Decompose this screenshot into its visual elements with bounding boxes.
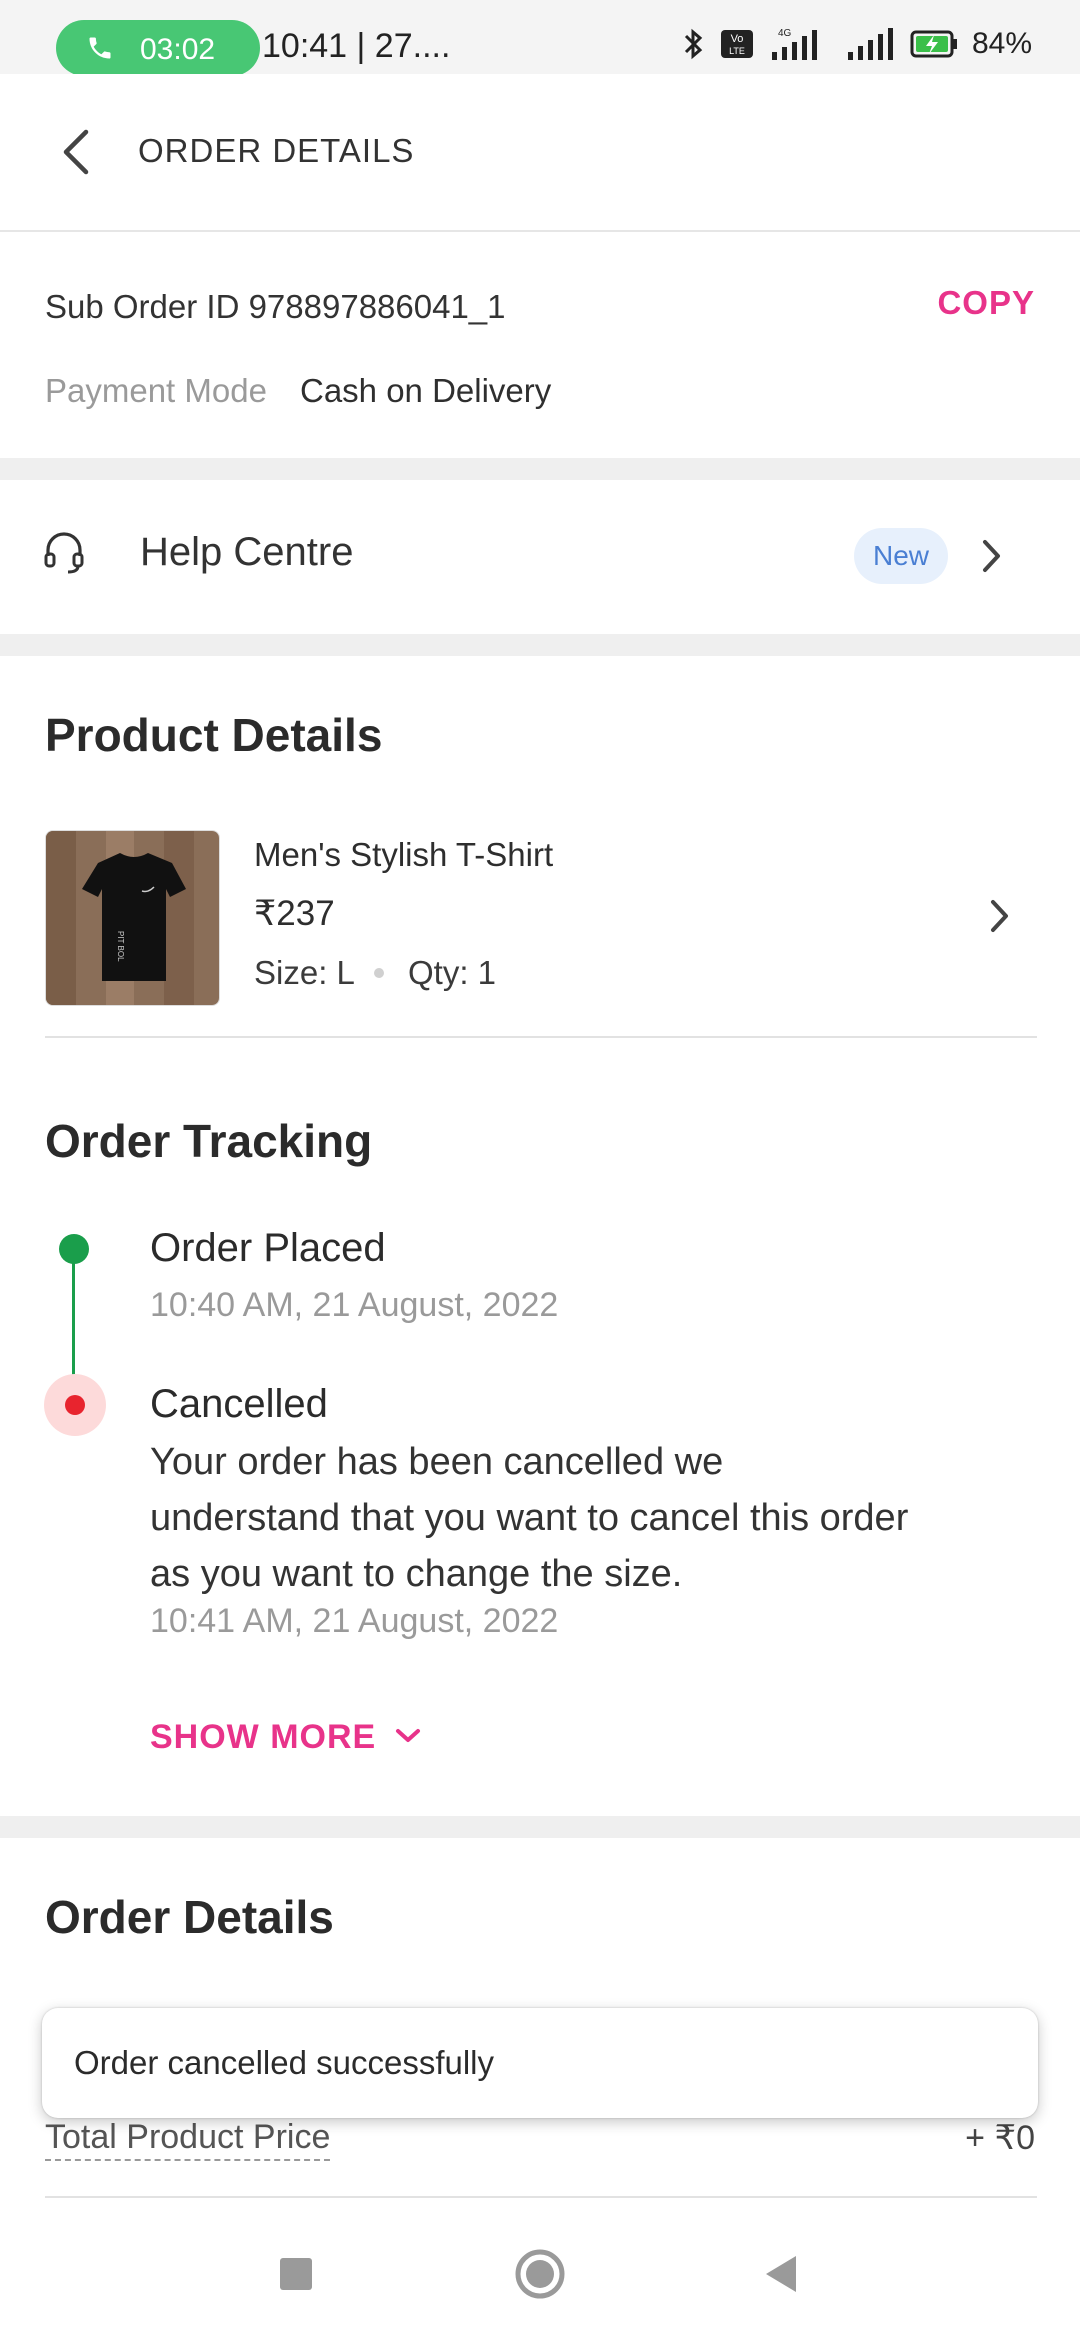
total-product-price-label[interactable]: Total Product Price <box>45 2118 331 2161</box>
chevron-down-icon[interactable] <box>394 1726 422 1746</box>
tshirt-image-icon: PIT BOL <box>46 831 219 1005</box>
svg-text:Vo: Vo <box>731 33 744 45</box>
system-navigation-bar <box>0 2220 1080 2340</box>
product-image[interactable]: PIT BOL <box>45 830 220 1006</box>
divider <box>45 1036 1037 1038</box>
toast-message: Order cancelled successfully <box>74 2044 495 2081</box>
help-centre-row[interactable]: Help Centre New <box>0 480 1080 634</box>
call-timer: 03:02 <box>140 33 216 66</box>
suborder-section: Sub Order ID 978897886041_1 COPY Payment… <box>0 234 1080 458</box>
step-title-cancelled: Cancelled <box>150 1382 328 1426</box>
suborder-id: Sub Order ID 978897886041_1 <box>45 288 506 325</box>
signal-icon <box>847 28 893 60</box>
volte-icon: Vo LTE <box>720 30 753 58</box>
ongoing-call-pill[interactable]: 03:02 <box>56 20 260 76</box>
step-time-order-placed: 10:40 AM, 21 August, 2022 <box>150 1286 559 1324</box>
signal-4g-icon: 4G <box>771 28 817 60</box>
battery-percent: 84% <box>971 27 1032 60</box>
step-time-cancelled: 10:41 AM, 21 August, 2022 <box>150 1602 559 1640</box>
product-price: ₹237 <box>254 894 335 933</box>
step-title-order-placed: Order Placed <box>150 1226 386 1270</box>
divider <box>45 2196 1037 2198</box>
order-placed-status-dot <box>59 1234 89 1264</box>
product-size: Size: L <box>254 954 355 991</box>
section-divider <box>0 458 1080 480</box>
recents-square-icon[interactable] <box>280 2258 312 2290</box>
product-qty: Qty: 1 <box>408 954 497 991</box>
svg-text:PIT BOL: PIT BOL <box>116 931 125 962</box>
copy-button[interactable]: COPY <box>937 284 1035 322</box>
dot-separator <box>374 968 384 978</box>
section-divider <box>0 634 1080 656</box>
payment-mode-label: Payment Mode <box>45 372 267 409</box>
status-time-date: 10:41 | 27.... <box>262 27 451 65</box>
new-badge: New <box>854 528 948 584</box>
toast-notification: Order cancelled successfully <box>42 2008 1038 2118</box>
chevron-right-icon <box>983 540 1000 572</box>
battery-charging-icon <box>910 30 957 58</box>
headset-icon <box>44 532 84 574</box>
svg-text:4G: 4G <box>778 28 792 39</box>
chevron-right-icon[interactable] <box>988 896 1012 936</box>
order-details-heading: Order Details <box>45 1891 334 1943</box>
back-triangle-icon[interactable] <box>762 2254 798 2294</box>
status-icons: Vo LTE 4G 84% <box>680 24 1032 64</box>
home-circle-icon[interactable] <box>514 2248 566 2300</box>
bluetooth-icon <box>684 28 703 60</box>
page-title: ORDER DETAILS <box>138 132 415 169</box>
step-description-cancelled: Your order has been cancelled we underst… <box>150 1441 909 1595</box>
status-bar: 03:02 10:41 | 27.... Vo LTE 4G 84% <box>0 0 1080 76</box>
cancelled-status-dot <box>65 1395 85 1415</box>
payment-mode-value: Cash on Delivery <box>300 372 552 409</box>
section-divider <box>0 1816 1080 1838</box>
product-details-section: Product Details PIT BOL Men's Stylish T-… <box>0 656 1080 1816</box>
total-product-price-value: + ₹0 <box>965 2119 1035 2157</box>
help-centre-label: Help Centre <box>140 530 354 574</box>
top-app-bar: ORDER DETAILS <box>0 74 1080 232</box>
product-name[interactable]: Men's Stylish T-Shirt <box>254 836 553 874</box>
order-tracking-heading: Order Tracking <box>45 1115 373 1167</box>
order-details-screen: 03:02 10:41 | 27.... Vo LTE 4G 84% ORDER… <box>0 0 1080 2340</box>
back-arrow-icon[interactable] <box>52 124 102 180</box>
phone-icon <box>89 37 111 59</box>
show-more-button[interactable]: SHOW MORE <box>150 1718 376 1757</box>
svg-text:LTE: LTE <box>729 46 745 56</box>
product-details-heading: Product Details <box>45 709 383 761</box>
